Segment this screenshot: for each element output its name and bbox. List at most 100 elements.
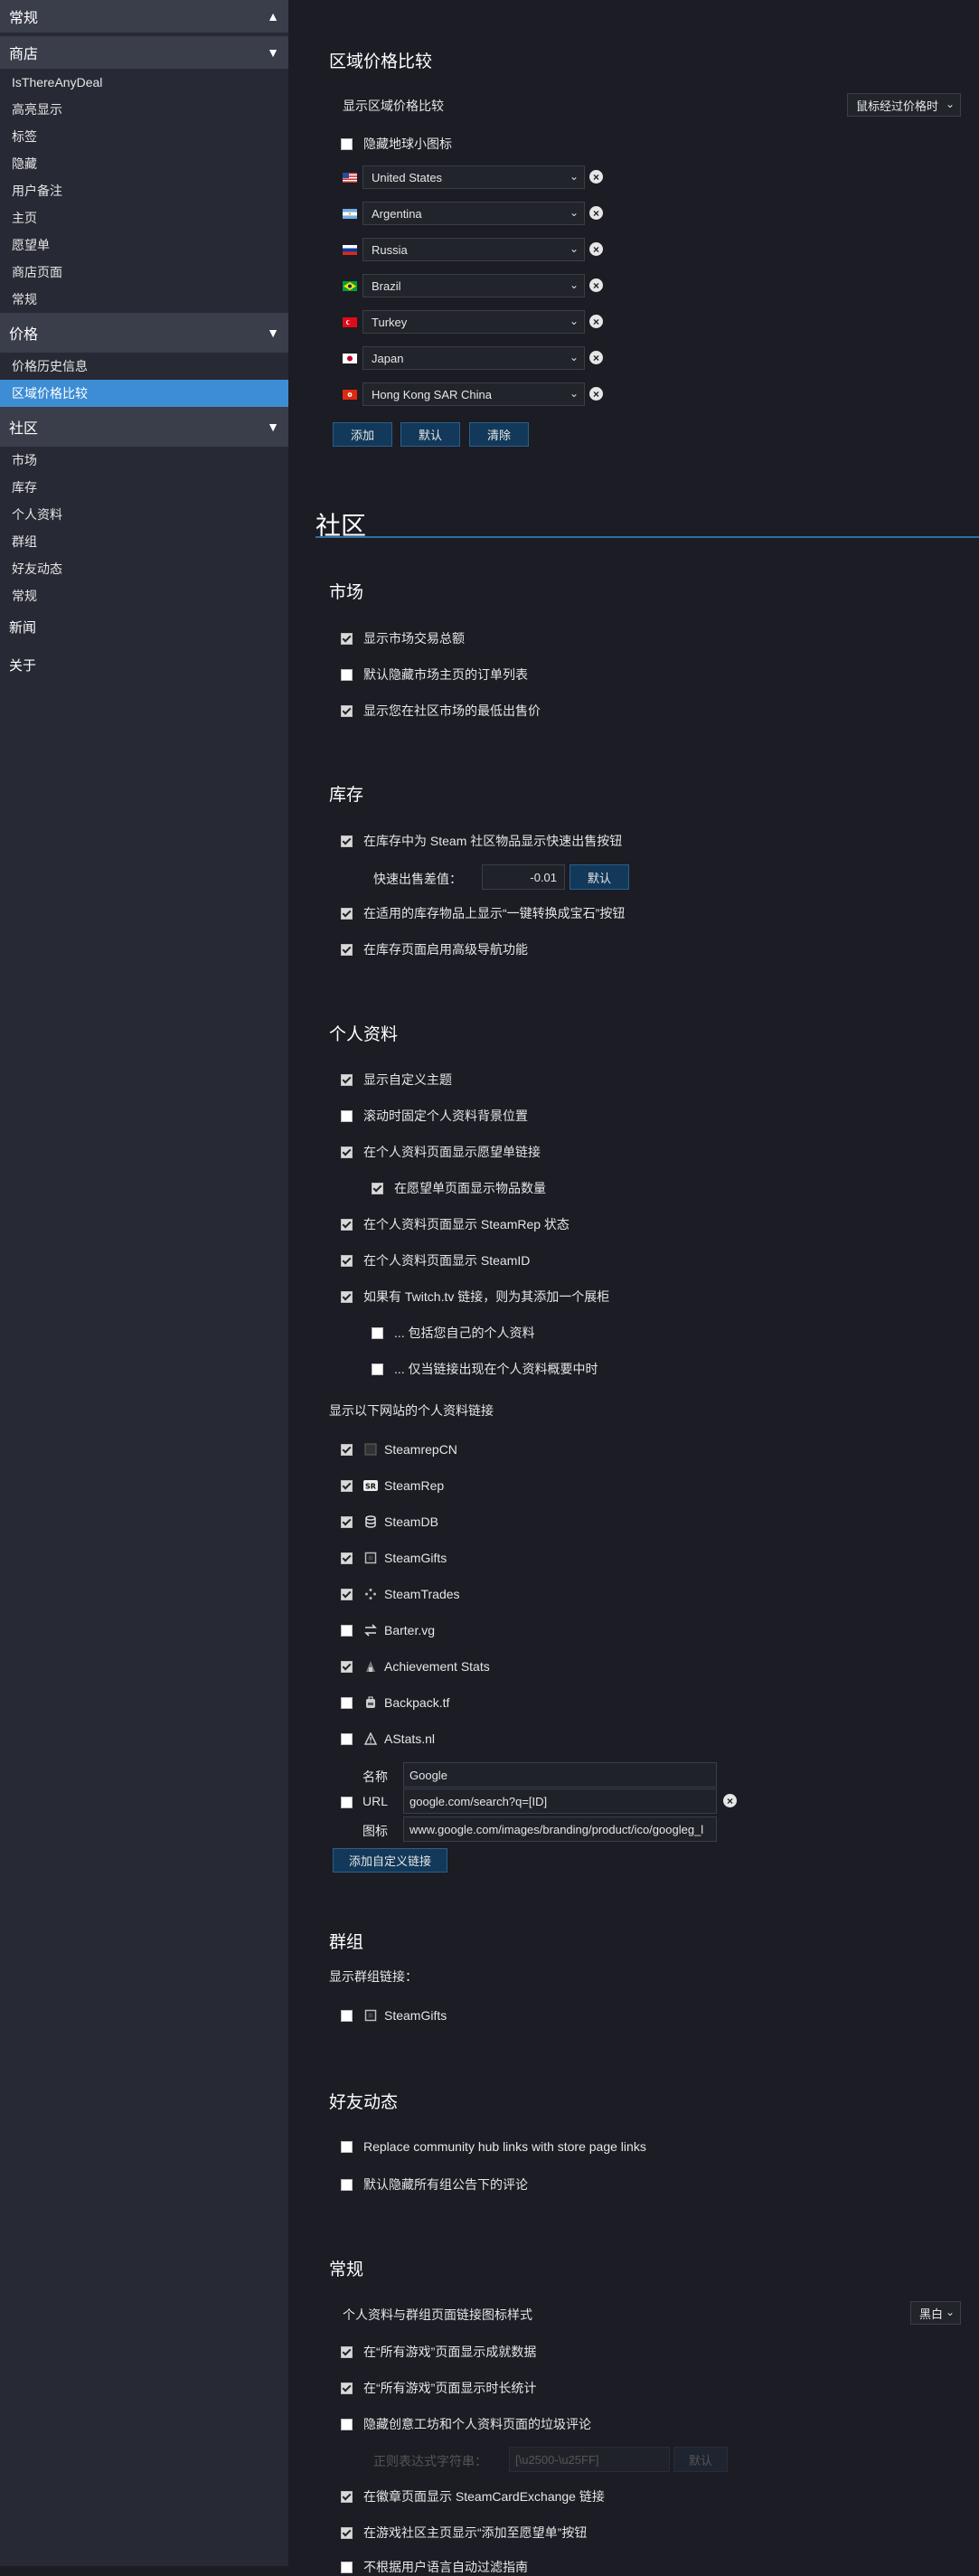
quick-sell-option[interactable]: 在库存中为 Steam 社区物品显示快速出售按钮 [341,832,622,850]
custom-url-input[interactable]: google.com/search?q=[ID] [403,1788,717,1814]
site-checkbox[interactable] [341,1624,353,1637]
sidebar-item-profile[interactable]: 个人资料 [0,501,288,528]
quick-sell-default-button[interactable]: 默认 [570,864,629,890]
remove-country-icon[interactable]: × [589,387,603,401]
site-option-steamgifts[interactable]: SteamGifts [341,1551,447,1565]
sidebar-item-market[interactable]: 市场 [0,447,288,474]
regex-input[interactable]: [\u2500-\u25FF] [509,2447,670,2472]
twitch-summary-option[interactable]: ... 仅当链接出现在个人资料概要中时 [372,1360,598,1378]
sidebar-item-community-general[interactable]: 常规 [0,582,288,609]
site-checkbox[interactable] [341,1552,353,1564]
market-checkbox-2[interactable] [341,668,353,681]
sidebar-item-groups[interactable]: 群组 [0,528,288,555]
market-option-2[interactable]: 默认隐藏市场主页的订单列表 [341,665,528,684]
custom-link-checkbox[interactable] [341,1797,353,1808]
fix-bg-option[interactable]: 滚动时固定个人资料背景位置 [341,1107,528,1125]
site-checkbox[interactable] [341,1696,353,1709]
general-option-3[interactable]: 隐藏创意工坊和个人资料页面的垃圾评论 [341,2415,591,2433]
twitch-own-checkbox[interactable] [372,1326,383,1339]
fix-bg-checkbox[interactable] [341,1109,353,1122]
wishlist-count-checkbox[interactable] [372,1182,383,1194]
sidebar-item-news[interactable]: 新闻 [0,609,288,647]
country-select-1[interactable]: United States ⌄ [362,165,585,189]
general-option-2[interactable]: 在“所有游戏”页面显示时长统计 [341,2379,536,2397]
remove-country-icon[interactable]: × [589,242,603,256]
sidebar-item-hide[interactable]: 隐藏 [0,150,288,177]
twitch-checkbox[interactable] [341,1290,353,1303]
sidebar-header-general[interactable]: 常规 ▲ [0,0,288,33]
twitch-own-option[interactable]: ... 包括您自己的个人资料 [372,1324,535,1342]
site-checkbox[interactable] [341,1732,353,1745]
icon-style-select[interactable]: 黑白 ⌄ [910,2301,961,2325]
regex-default-button[interactable]: 默认 [673,2447,728,2472]
friends-checkbox-2[interactable] [341,2178,353,2191]
general-checkbox-2[interactable] [341,2382,353,2394]
sidebar-item-friends-activity[interactable]: 好友动态 [0,555,288,582]
wishlist-link-option[interactable]: 在个人资料页面显示愿望单链接 [341,1143,541,1161]
remove-country-icon[interactable]: × [589,351,603,364]
sidebar-item-home[interactable]: 主页 [0,204,288,231]
site-checkbox[interactable] [341,1479,353,1492]
twitch-summary-checkbox[interactable] [372,1363,383,1375]
country-select-5[interactable]: Turkey ⌄ [362,310,585,334]
site-option-steamdb[interactable]: SteamDB [341,1514,438,1529]
guides-filter-checkbox[interactable] [341,2561,353,2573]
country-select-7[interactable]: Hong Kong SAR China ⌄ [362,382,585,406]
show-regional-select[interactable]: 鼠标经过价格时 ⌄ [847,93,961,117]
general-checkbox-3[interactable] [341,2418,353,2430]
badge-link-option[interactable]: 在徽章页面显示 SteamCardExchange 链接 [341,2487,605,2505]
site-checkbox[interactable] [341,1443,353,1456]
custom-theme-checkbox[interactable] [341,1073,353,1086]
general-checkbox-1[interactable] [341,2345,353,2358]
sidebar-item-isthereanydeal[interactable]: IsThereAnyDeal [0,69,288,96]
sidebar-item-regional-price[interactable]: 区域价格比较 [0,380,288,407]
hide-globe-option[interactable]: 隐藏地球小图标 [341,135,452,153]
site-checkbox[interactable] [341,1588,353,1600]
guides-filter-option[interactable]: 不根据用户语言自动过滤指南 [341,2558,528,2576]
site-option-bartervg[interactable]: Barter.vg [341,1623,435,1637]
site-checkbox[interactable] [341,1660,353,1673]
site-checkbox[interactable] [341,2009,353,2022]
default-countries-button[interactable]: 默认 [400,422,460,447]
friends-checkbox-1[interactable] [341,2140,353,2153]
site-option-steamtrades[interactable]: SteamTrades [341,1587,460,1601]
remove-country-icon[interactable]: × [589,315,603,328]
site-option-backpacktf[interactable]: Backpack.tf [341,1695,449,1710]
friends-option-1[interactable]: Replace community hub links with store p… [341,2139,646,2154]
wishlist-link-checkbox[interactable] [341,1146,353,1158]
twitch-option[interactable]: 如果有 Twitch.tv 链接，则为其添加一个展柜 [341,1288,609,1306]
steamid-checkbox[interactable] [341,1254,353,1267]
group-site-steamgifts[interactable]: SteamGifts [341,2008,447,2023]
sidebar-header-price[interactable]: 价格 ▼ [0,313,288,353]
sidebar-item-price-history[interactable]: 价格历史信息 [0,353,288,380]
hide-globe-checkbox[interactable] [341,137,353,150]
sidebar-item-wishlist[interactable]: 愿望单 [0,231,288,259]
sidebar-header-community[interactable]: 社区 ▼ [0,407,288,447]
wishlist-button-checkbox[interactable] [341,2526,353,2539]
sidebar-item-highlight[interactable]: 高亮显示 [0,96,288,123]
add-custom-link-button[interactable]: 添加自定义链接 [333,1848,447,1873]
steamrep-option[interactable]: 在个人资料页面显示 SteamRep 状态 [341,1215,570,1233]
wishlist-count-option[interactable]: 在愿望单页面显示物品数量 [372,1179,546,1197]
sidebar-item-inventory[interactable]: 库存 [0,474,288,501]
remove-country-icon[interactable]: × [589,170,603,184]
advanced-nav-option[interactable]: 在库存页面启用高级导航功能 [341,940,528,958]
country-select-2[interactable]: Argentina ⌄ [362,202,585,225]
general-option-1[interactable]: 在“所有游戏”页面显示成就数据 [341,2343,536,2361]
sidebar-item-store-page[interactable]: 商店页面 [0,259,288,286]
remove-country-icon[interactable]: × [589,278,603,292]
sidebar-item-user-notes[interactable]: 用户备注 [0,177,288,204]
custom-theme-option[interactable]: 显示自定义主题 [341,1071,452,1089]
sidebar-item-store-general[interactable]: 常规 [0,286,288,313]
site-option-steamrepcn[interactable]: SteamrepCN [341,1442,457,1457]
advanced-nav-checkbox[interactable] [341,943,353,956]
remove-country-icon[interactable]: × [589,206,603,220]
market-option-3[interactable]: 显示您在社区市场的最低出售价 [341,702,541,720]
custom-name-input[interactable]: Google [403,1762,717,1788]
site-option-astats[interactable]: AStats.nl [341,1731,435,1746]
gem-button-option[interactable]: 在适用的库存物品上显示“一键转换成宝石”按钮 [341,904,625,922]
steamid-option[interactable]: 在个人资料页面显示 SteamID [341,1251,530,1269]
country-select-3[interactable]: Russia ⌄ [362,238,585,261]
sidebar-item-tags[interactable]: 标签 [0,123,288,150]
country-select-6[interactable]: Japan ⌄ [362,346,585,370]
